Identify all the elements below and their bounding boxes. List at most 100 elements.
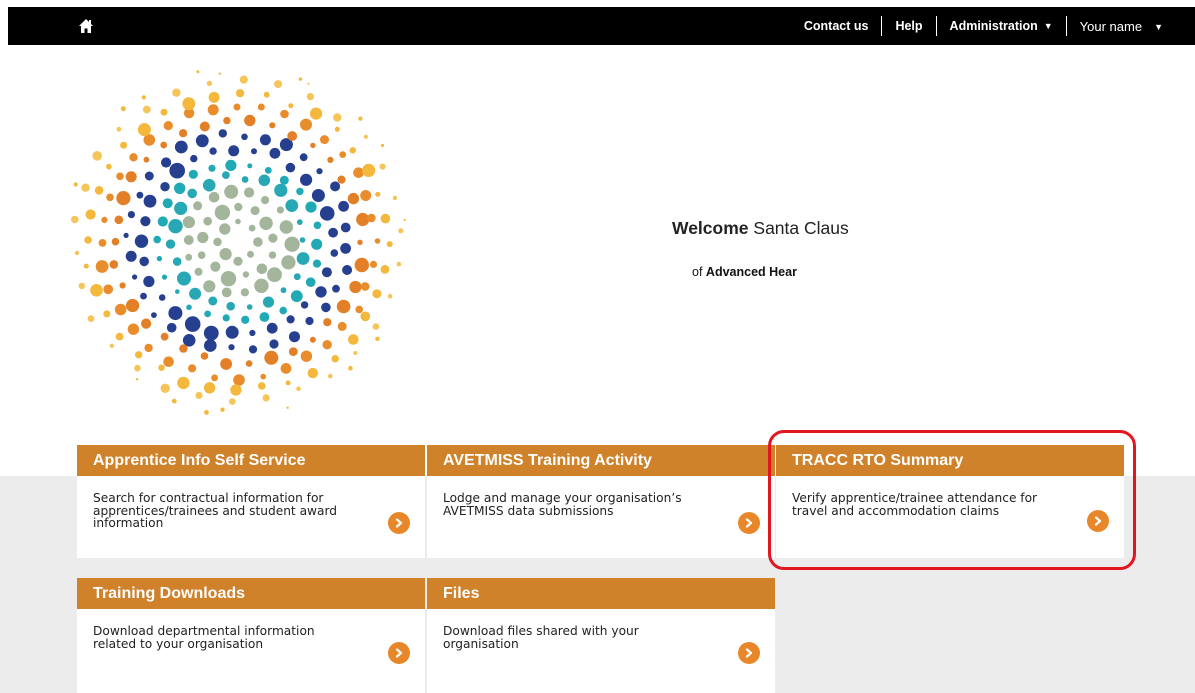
- logo-dot: [116, 191, 131, 206]
- logo-dot: [85, 209, 96, 220]
- logo-dot: [220, 358, 233, 370]
- logo-dot: [253, 237, 263, 247]
- logo-dot: [166, 322, 177, 333]
- logo-dot: [95, 260, 109, 273]
- logo-dot: [327, 156, 334, 163]
- logo-dot: [199, 121, 210, 132]
- chevron-right-icon[interactable]: [388, 642, 410, 664]
- logo-dot: [224, 184, 239, 199]
- organisation-name: Advanced Hear: [705, 265, 797, 279]
- logo-dot: [120, 141, 128, 149]
- logo-dot: [375, 336, 380, 341]
- tile-description: Download files shared with your organisa…: [443, 624, 639, 651]
- nav-divider: [1065, 16, 1067, 36]
- logo-dot: [245, 360, 253, 367]
- logo-dot: [258, 174, 271, 187]
- logo-dot: [136, 191, 144, 199]
- logo-dot: [398, 228, 404, 234]
- logo-dot: [288, 347, 298, 356]
- chevron-right-icon[interactable]: [1087, 510, 1109, 532]
- tile-description: Verify apprentice/trainee attendance for…: [792, 491, 1038, 518]
- logo-dot: [347, 192, 360, 205]
- logo-dot: [203, 280, 216, 293]
- avetmiss-training-tile[interactable]: AVETMISS Training Activity Lodge and man…: [427, 445, 775, 558]
- logo-dot: [207, 104, 219, 116]
- administration-label: Administration: [949, 19, 1038, 33]
- logo-dot: [221, 287, 232, 298]
- logo-dot: [266, 322, 278, 334]
- logo-dot: [92, 151, 102, 161]
- help-link[interactable]: Help: [895, 19, 922, 33]
- files-tile[interactable]: Files Download files shared with your or…: [427, 578, 775, 693]
- logo-dot: [129, 153, 138, 162]
- logo-dot: [259, 312, 270, 322]
- logo-dot: [208, 296, 218, 306]
- logo-dot: [267, 267, 282, 283]
- logo-dot: [143, 156, 150, 163]
- logo-dot: [132, 274, 138, 280]
- logo-dot: [141, 318, 152, 329]
- chevron-right-icon[interactable]: [738, 642, 760, 664]
- logo-dot: [174, 140, 188, 154]
- logo-dot: [174, 201, 188, 215]
- logo-dot: [246, 304, 253, 310]
- apprentice-info-tile[interactable]: Apprentice Info Self Service Search for …: [77, 445, 425, 558]
- logo-dot: [94, 186, 104, 195]
- logo-dot: [233, 256, 243, 266]
- home-icon[interactable]: [78, 18, 94, 34]
- logo-dot: [299, 237, 306, 243]
- logo-dot: [214, 204, 231, 221]
- logo-dot: [244, 114, 256, 127]
- logo-dot: [151, 312, 157, 318]
- logo-dot: [288, 103, 294, 109]
- tracc-rto-summary-tile[interactable]: TRACC RTO Summary Verify apprentice/trai…: [776, 445, 1124, 558]
- logo-dot: [355, 305, 364, 314]
- logo-dot: [123, 232, 129, 238]
- logo-dot: [74, 250, 80, 256]
- logo-dot: [203, 382, 216, 394]
- logo-dot: [177, 376, 190, 390]
- contact-us-link[interactable]: Contact us: [804, 19, 869, 33]
- logo-dot: [313, 221, 322, 230]
- logo-dot: [120, 106, 126, 112]
- logo-dot: [262, 296, 275, 308]
- logo-dot: [222, 314, 230, 322]
- logo-dot: [348, 334, 359, 345]
- training-downloads-tile[interactable]: Training Downloads Download departmental…: [77, 578, 425, 693]
- logo-dot: [172, 88, 181, 97]
- logo-dot: [298, 77, 303, 81]
- top-navigation-bar: Contact us Help Administration ▼ Your nam…: [8, 7, 1195, 45]
- logo-dot: [190, 154, 198, 163]
- administration-menu[interactable]: Administration ▼: [950, 19, 1053, 33]
- logo-dot: [165, 239, 176, 249]
- logo-dot: [386, 241, 393, 248]
- logo-dot: [109, 260, 119, 269]
- logo-dot: [194, 267, 203, 276]
- logo-dot: [296, 219, 303, 226]
- logo-dot: [321, 267, 332, 278]
- chevron-right-icon[interactable]: [738, 512, 760, 534]
- user-menu[interactable]: Your name ▼: [1080, 19, 1163, 34]
- tile-title: Apprentice Info Self Service: [77, 445, 425, 476]
- chevron-right-icon[interactable]: [388, 512, 410, 534]
- logo-dot: [169, 162, 185, 179]
- logo-dot: [360, 190, 372, 201]
- logo-dot: [379, 163, 386, 170]
- logo-dot: [140, 216, 151, 227]
- logo-dot: [244, 187, 255, 198]
- tile-description: Search for contractual information for a…: [93, 491, 338, 530]
- logo-dot: [134, 234, 149, 248]
- logo-dot: [336, 299, 351, 314]
- tile-title: AVETMISS Training Activity: [427, 445, 775, 476]
- logo-dot: [127, 211, 135, 219]
- logo-dot: [268, 251, 277, 259]
- logo-dot: [196, 70, 200, 74]
- logo-dot: [330, 249, 339, 257]
- logo-dot: [195, 134, 209, 148]
- logo-dot: [183, 235, 194, 245]
- logo-dot: [307, 82, 310, 85]
- logo-dot: [333, 113, 342, 122]
- logo-dot: [202, 178, 216, 192]
- logo-dot: [137, 123, 151, 137]
- logo-dot: [144, 343, 153, 353]
